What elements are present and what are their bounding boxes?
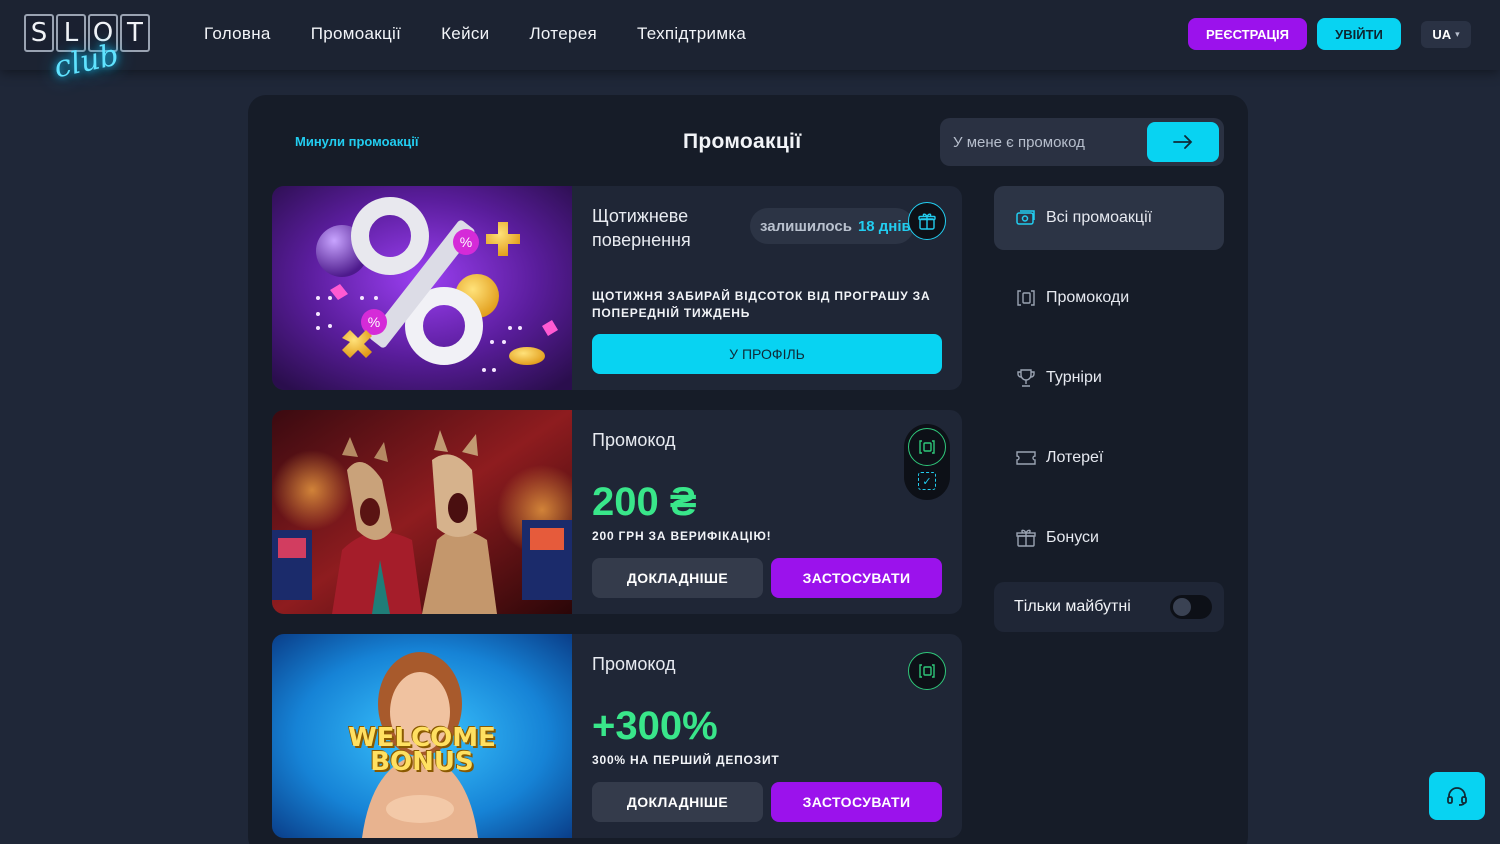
days-remaining-badge: залишилось 18 днів bbox=[750, 208, 914, 244]
promo-image-welcome-bonus: WELCOME BONUS bbox=[272, 634, 572, 838]
nav-support[interactable]: Техпідтримка bbox=[637, 24, 746, 44]
promo-description: 200 ГРН ЗА ВЕРИФІКАЦІЮ! bbox=[592, 529, 772, 543]
sidebar-item-promocodes[interactable]: Промокоди bbox=[994, 266, 1224, 330]
nav-lottery[interactable]: Лотерея bbox=[529, 24, 597, 44]
logo-letter: S bbox=[24, 14, 54, 52]
svg-text:%: % bbox=[368, 314, 380, 330]
promo-type: Промокод bbox=[592, 654, 676, 674]
sidebar-item-tournaments[interactable]: Турніри bbox=[994, 346, 1224, 410]
sidebar-item-label: Всі промоакції bbox=[1046, 209, 1153, 226]
promo-type: Промокод bbox=[592, 430, 676, 450]
promo-image-percent: % % bbox=[272, 186, 572, 390]
sidebar-item-lotteries[interactable]: Лотереї bbox=[994, 426, 1224, 490]
top-header: S L O T club Головна Промоакції Кейси Ло… bbox=[0, 0, 1500, 85]
language-selector[interactable]: UA ▾ bbox=[1421, 21, 1471, 48]
promo-card-verification: Промокод ✓ 200 ₴ 200 ГРН ЗА ВЕРИФІКАЦІЮ!… bbox=[272, 410, 962, 614]
svg-text:%: % bbox=[460, 234, 472, 250]
promo-description: ЩОТИЖНЯ ЗАБИРАЙ ВІДСОТОК ВІД ПРОГРАШУ ЗА… bbox=[592, 289, 931, 320]
sidebar-item-label: Промокоди bbox=[1046, 289, 1130, 306]
ticket-icon bbox=[1016, 448, 1036, 468]
promo-card-weekly-cashback: % % Щотижневе повернення залишилось 18 д… bbox=[272, 186, 962, 390]
past-promotions-link[interactable]: Минули промоакції bbox=[295, 134, 419, 149]
promo-card-welcome-bonus: WELCOME BONUS Промокод +300% 300% НА ПЕР… bbox=[272, 634, 962, 838]
days-remaining-label: залишилось bbox=[760, 217, 852, 235]
verification-check-icon: ✓ bbox=[918, 472, 936, 490]
details-button[interactable]: ДОКЛАДНІШЕ bbox=[592, 782, 763, 822]
promocode-form bbox=[940, 118, 1224, 166]
nav-promotions[interactable]: Промоакції bbox=[311, 24, 401, 44]
headset-icon bbox=[1447, 787, 1467, 806]
language-code: UA bbox=[1432, 27, 1452, 42]
logo-letter: T bbox=[120, 14, 150, 52]
promo-type: Щотижневе повернення bbox=[592, 206, 691, 250]
all-promos-icon bbox=[1016, 208, 1036, 228]
main-nav: Головна Промоакції Кейси Лотерея Техпідт… bbox=[204, 24, 746, 44]
promo-image-llamas bbox=[272, 410, 572, 614]
promocode-icon bbox=[908, 428, 946, 466]
chevron-down-icon: ▾ bbox=[1455, 29, 1460, 39]
promocode-icon bbox=[908, 652, 946, 690]
future-only-toggle[interactable] bbox=[1170, 595, 1212, 619]
promo-amount: 200 ₴ bbox=[592, 480, 697, 524]
promocode-input[interactable] bbox=[940, 118, 1140, 166]
apply-button[interactable]: ЗАСТОСУВАТИ bbox=[771, 558, 942, 598]
nav-cases[interactable]: Кейси bbox=[441, 24, 489, 44]
promocode-submit-button[interactable] bbox=[1147, 122, 1219, 162]
sidebar-item-label: Турніри bbox=[1046, 369, 1102, 386]
sidebar-item-label: Бонуси bbox=[1046, 529, 1099, 546]
gift-icon bbox=[908, 202, 946, 240]
sidebar-item-all-promotions[interactable]: Всі промоакції bbox=[994, 186, 1224, 250]
promocode-icon bbox=[1016, 288, 1036, 308]
support-chat-button[interactable] bbox=[1429, 772, 1485, 820]
page-title: Промоакції bbox=[683, 130, 802, 153]
days-remaining-value: 18 днів bbox=[857, 217, 911, 235]
sidebar-item-label: Лотереї bbox=[1046, 449, 1104, 466]
details-button[interactable]: ДОКЛАДНІШЕ bbox=[592, 558, 763, 598]
promocode-status-stack: ✓ bbox=[904, 424, 950, 500]
welcome-bonus-image-text: WELCOME BONUS bbox=[348, 723, 496, 777]
apply-button[interactable]: ЗАСТОСУВАТИ bbox=[771, 782, 942, 822]
register-button[interactable]: РЕЄСТРАЦІЯ bbox=[1188, 18, 1307, 50]
promo-amount: +300% bbox=[592, 704, 718, 748]
promo-description: 300% НА ПЕРШИЙ ДЕПОЗИТ bbox=[592, 753, 780, 767]
future-only-filter: Тільки майбутні bbox=[994, 582, 1224, 632]
nav-home[interactable]: Головна bbox=[204, 24, 271, 44]
sidebar-item-bonuses[interactable]: Бонуси bbox=[994, 506, 1224, 570]
trophy-icon bbox=[1016, 368, 1036, 388]
login-button[interactable]: УВІЙТИ bbox=[1317, 18, 1401, 50]
future-only-label: Тільки майбутні bbox=[1014, 598, 1131, 615]
arrow-right-icon bbox=[1173, 135, 1193, 149]
slot-club-logo[interactable]: S L O T club bbox=[24, 14, 164, 85]
to-profile-button[interactable]: У ПРОФІЛЬ bbox=[592, 334, 942, 374]
gift-icon bbox=[1016, 528, 1036, 548]
